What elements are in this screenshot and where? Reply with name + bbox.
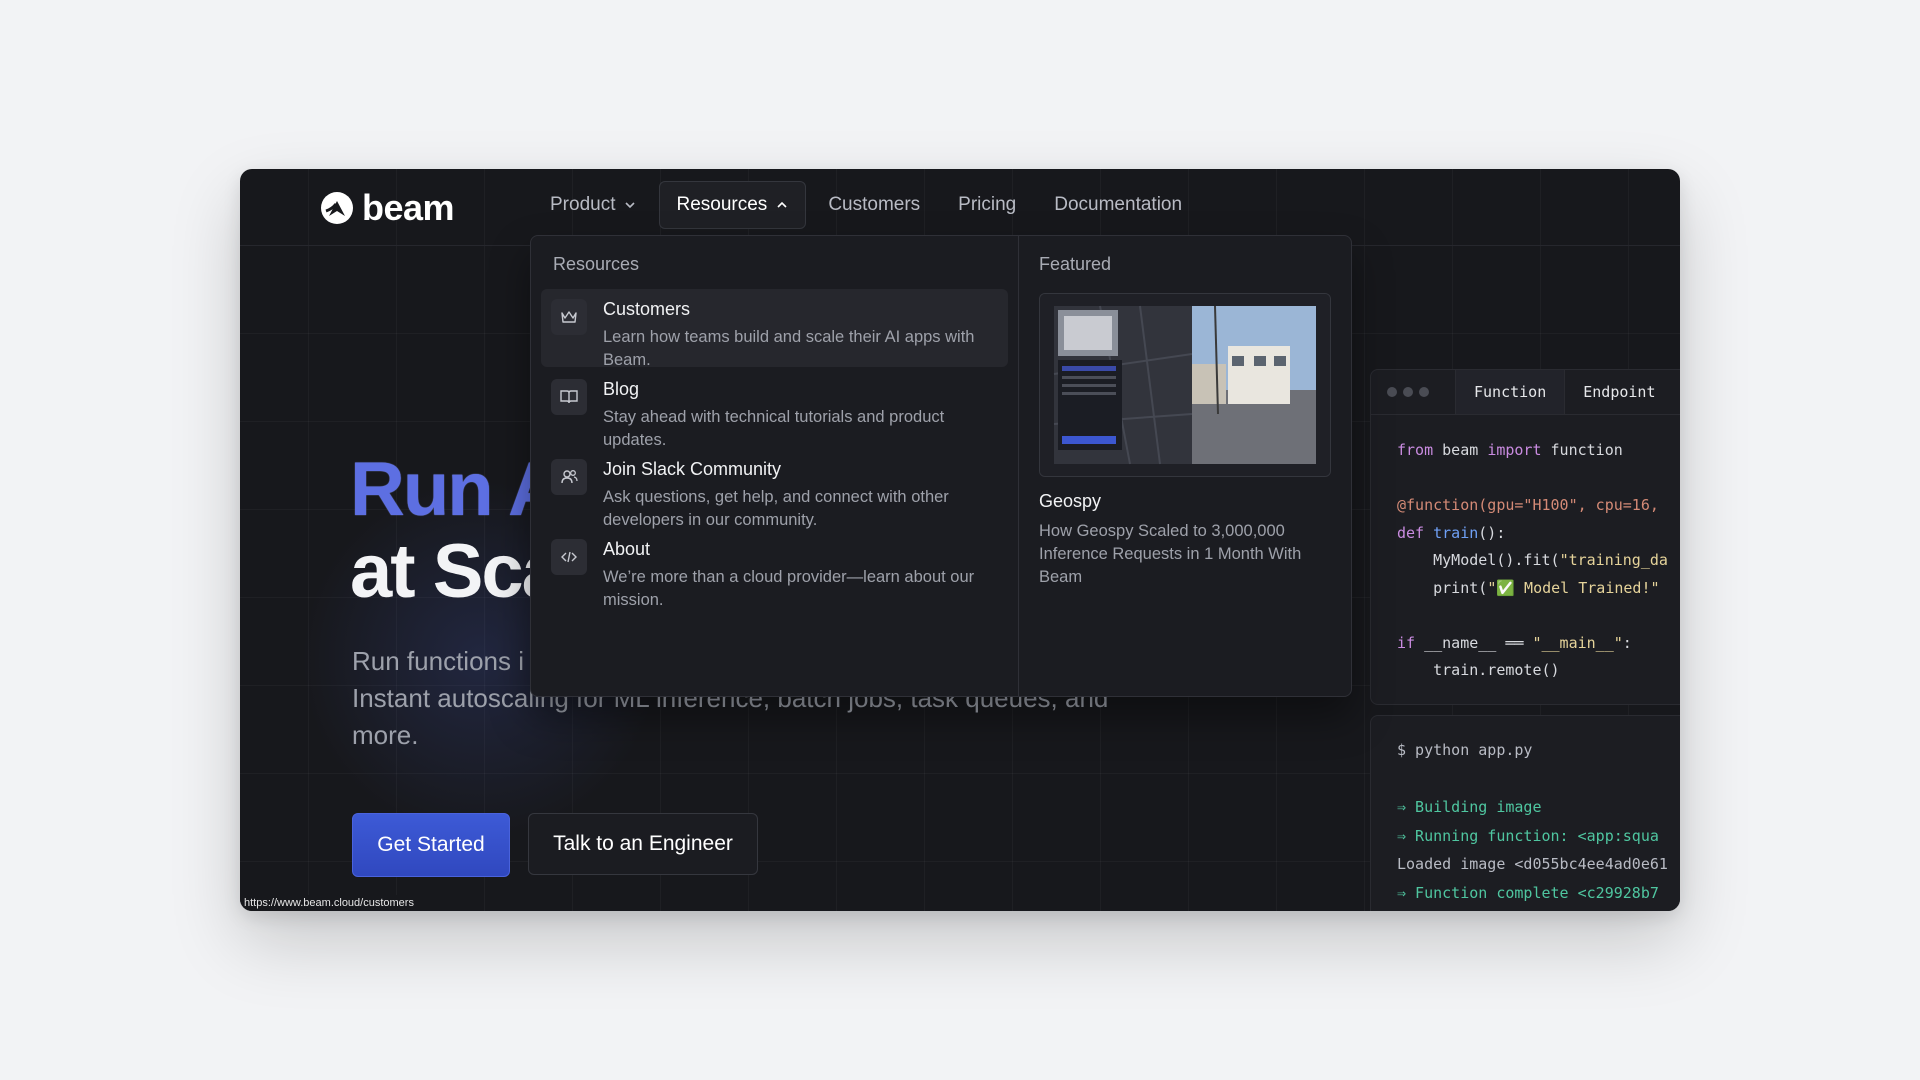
code-token: function [1541, 441, 1623, 459]
featured-description: How Geospy Scaled to 3,000,000 Inference… [1039, 522, 1302, 586]
code-token: @function(gpu="H100", cpu=16, [1397, 496, 1659, 514]
code-token: "training_da [1559, 551, 1668, 569]
featured-title[interactable]: Geospy [1039, 491, 1331, 512]
dropdown-item-customers[interactable]: Customers Learn how teams build and scal… [541, 289, 1008, 369]
code-token: beam [1433, 441, 1488, 459]
nav-documentation[interactable]: Documentation [1038, 181, 1198, 229]
dropdown-item-about[interactable]: About We’re more than a cloud provider—l… [541, 529, 1008, 609]
code-token: MyModel().fit( [1397, 551, 1560, 569]
nav-customers[interactable]: Customers [812, 181, 936, 229]
code-token: def [1397, 523, 1434, 542]
tab-endpoint[interactable]: Endpoint [1564, 370, 1673, 414]
nav-product-label: Product [550, 194, 616, 215]
brand-name: beam [362, 187, 455, 228]
featured-heading: Featured [1039, 254, 1112, 274]
tab-function[interactable]: Function [1455, 370, 1565, 414]
code-token: "✅ Model Trained!" [1487, 578, 1660, 597]
get-started-button[interactable]: Get Started [352, 813, 510, 877]
terminal-body: $ python app.py ⇒ Building image ⇒ Runni… [1371, 716, 1680, 911]
code-token: (): [1478, 523, 1506, 542]
dropdown-item-description: We’re more than a cloud provider—learn a… [603, 568, 975, 609]
dropdown-item-title: Join Slack Community [603, 459, 782, 479]
chevron-down-icon [625, 202, 636, 209]
dropdown-item-description: Ask questions, get help, and connect wit… [603, 488, 949, 529]
terminal-line: ⇒ Running function: <app:squa [1397, 826, 1659, 845]
window-dots [1371, 387, 1455, 397]
talk-to-engineer-button[interactable]: Talk to an Engineer [528, 813, 758, 875]
beam-logo[interactable]: beam [320, 187, 455, 229]
dot-icon [1403, 387, 1413, 397]
code-token: print( [1397, 578, 1488, 597]
dot-icon [1419, 387, 1429, 397]
nav-product[interactable]: Product [534, 181, 653, 229]
chevron-up-icon [777, 201, 787, 208]
resources-heading: Resources [553, 254, 640, 274]
featured-column: Featured Geospy How Geospy Scaled to 3,0… [1019, 236, 1351, 696]
terminal-line: ⇒ Function complete <c29928b7 [1397, 883, 1659, 902]
dropdown-item-description: Learn how teams build and scale their AI… [603, 328, 975, 369]
browser-window: beam Product Resources Customers Pricing… [240, 169, 1680, 911]
dropdown-item-slack[interactable]: Join Slack Community Ask questions, get … [541, 449, 1008, 529]
code-token: import [1487, 441, 1542, 459]
dropdown-item-blog[interactable]: Blog Stay ahead with technical tutorials… [541, 369, 1008, 449]
dropdown-item-title: Customers [603, 299, 691, 319]
nav-resources-label: Resources [676, 194, 768, 215]
nav-menu: Product Resources Customers Pricing Docu… [534, 181, 1198, 229]
featured-thumbnail [1040, 294, 1330, 476]
code-token: __name__ ══ [1415, 633, 1533, 652]
status-bar-url: https://www.beam.cloud/customers [240, 895, 418, 911]
nav-pricing[interactable]: Pricing [942, 181, 1032, 229]
dropdown-item-title: About [603, 539, 651, 559]
book-icon [551, 379, 587, 415]
terminal-line: ⇒ Building image [1397, 798, 1542, 816]
terminal-panel: $ python app.py ⇒ Building image ⇒ Runni… [1370, 715, 1680, 911]
crown-icon [551, 299, 587, 335]
code-body: from beam import function @function(gpu=… [1371, 415, 1680, 704]
dropdown-item-description: Stay ahead with technical tutorials and … [603, 408, 945, 449]
code-token: from [1397, 441, 1434, 459]
dropdown-item-title: Blog [603, 379, 640, 399]
users-icon [551, 459, 587, 495]
terminal-command: $ python app.py [1397, 741, 1533, 759]
code-token: train.remote() [1397, 661, 1560, 679]
code-token: train [1433, 523, 1479, 542]
beam-logo-icon [321, 192, 353, 224]
hero-subtitle-line1: Run functions i [352, 646, 524, 676]
code-token: "__main__" [1532, 633, 1623, 652]
code-token: : [1622, 633, 1632, 652]
terminal-line: Loaded image <d055bc4ee4ad0e61 [1397, 855, 1668, 873]
code-icon [551, 539, 587, 575]
code-token: if [1397, 633, 1416, 652]
code-tabs: Function Endpoint [1371, 370, 1680, 415]
resources-column: Resources Customers Learn how teams buil… [531, 236, 1019, 696]
featured-image[interactable] [1039, 293, 1331, 477]
resources-dropdown: Resources Customers Learn how teams buil… [530, 235, 1352, 697]
dot-icon [1387, 387, 1397, 397]
code-editor-panel: Function Endpoint from beam import funct… [1370, 369, 1680, 705]
nav-resources[interactable]: Resources [659, 181, 807, 229]
